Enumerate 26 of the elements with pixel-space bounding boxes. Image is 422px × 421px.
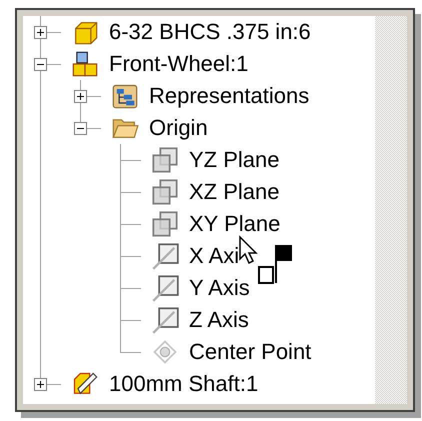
collapse-toggle[interactable] bbox=[34, 58, 47, 71]
expand-toggle[interactable] bbox=[34, 26, 47, 39]
tree-item-label[interactable]: Origin bbox=[149, 114, 208, 142]
tree-item-label[interactable]: 6-32 BHCS .375 in:6 bbox=[109, 18, 311, 46]
expand-toggle[interactable] bbox=[74, 90, 87, 103]
tree-item-label[interactable]: X Axi bbox=[189, 242, 240, 270]
plane-icon bbox=[151, 178, 179, 206]
axis-icon bbox=[151, 274, 179, 302]
tree-item-label[interactable]: Z Axis bbox=[189, 306, 249, 334]
tree-item-label[interactable]: YZ Plane bbox=[189, 146, 280, 174]
point-icon bbox=[151, 338, 179, 366]
tree-item-label[interactable]: XY Plane bbox=[189, 210, 280, 238]
axis-icon bbox=[151, 306, 179, 334]
collapse-toggle[interactable] bbox=[74, 122, 87, 135]
axis-icon bbox=[151, 242, 179, 270]
tree-item-label[interactable]: Representations bbox=[149, 82, 310, 110]
tree-item-label[interactable]: Front-Wheel:1 bbox=[109, 50, 248, 78]
tree-item-label[interactable]: Center Point bbox=[189, 338, 312, 366]
assembly-cubes-icon bbox=[71, 50, 99, 78]
representations-folder-icon bbox=[111, 82, 139, 110]
plane-icon bbox=[151, 210, 179, 238]
tree-item-label[interactable]: Y Axis bbox=[189, 274, 250, 302]
expand-toggle[interactable] bbox=[34, 378, 47, 391]
tree-item-label[interactable]: 100mm Shaft:1 bbox=[109, 370, 258, 398]
tree-item-label[interactable]: XZ Plane bbox=[189, 178, 280, 206]
plane-icon bbox=[151, 146, 179, 174]
